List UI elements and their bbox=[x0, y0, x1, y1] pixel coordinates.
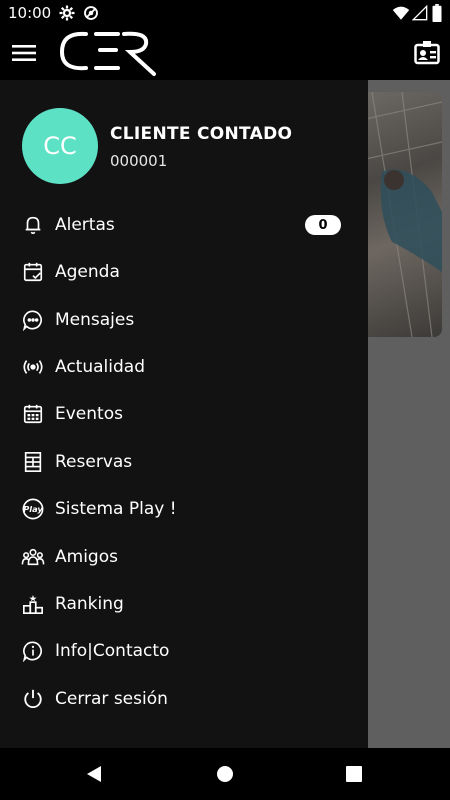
menu-item-reservas[interactable]: Reservas bbox=[0, 439, 368, 485]
system-nav-bar bbox=[0, 748, 450, 800]
settings-icon bbox=[58, 4, 76, 22]
menu-item-label: Mensajes bbox=[55, 310, 135, 330]
group-icon bbox=[20, 544, 46, 570]
status-time: 10:00 bbox=[8, 4, 52, 22]
menu-item-label: Alertas bbox=[55, 215, 115, 235]
menu-item-label: Reservas bbox=[55, 452, 133, 472]
user-name: CLIENTE CONTADO bbox=[110, 124, 293, 144]
avatar-initials: CC bbox=[43, 132, 77, 160]
menu-item-eventos[interactable]: Eventos bbox=[0, 391, 368, 437]
navigation-drawer: CC CLIENTE CONTADO 000001 Alertas 0 Agen… bbox=[0, 80, 368, 748]
broadcast-icon bbox=[20, 354, 46, 380]
member-card-icon[interactable] bbox=[414, 40, 440, 66]
bell-icon bbox=[20, 212, 46, 238]
calendar-check-icon bbox=[20, 259, 46, 285]
user-id: 000001 bbox=[110, 152, 168, 170]
svg-text:Play: Play bbox=[23, 504, 43, 514]
court-icon bbox=[20, 449, 46, 475]
menu-item-label: Sistema Play ! bbox=[55, 499, 177, 519]
menu-item-agenda[interactable]: Agenda bbox=[0, 249, 368, 295]
wifi-icon bbox=[392, 4, 410, 22]
signal-icon bbox=[412, 4, 428, 22]
menu-item-label: Ranking bbox=[55, 594, 124, 614]
alerts-count-badge: 0 bbox=[305, 215, 341, 235]
chat-bubble-icon bbox=[20, 307, 46, 333]
data-saver-icon bbox=[82, 4, 100, 22]
calendar-grid-icon bbox=[20, 401, 46, 427]
menu-item-label: Amigos bbox=[55, 547, 118, 567]
menu-item-amigos[interactable]: Amigos bbox=[0, 534, 368, 580]
menu-item-label: Cerrar sesión bbox=[55, 689, 168, 709]
app-logo bbox=[56, 28, 160, 80]
play-badge-icon: Play bbox=[20, 496, 46, 522]
menu-item-label: Agenda bbox=[55, 262, 120, 282]
menu-item-ranking[interactable]: Ranking bbox=[0, 581, 368, 627]
battery-icon bbox=[432, 4, 442, 22]
back-icon[interactable] bbox=[84, 764, 104, 784]
menu-item-info-contacto[interactable]: Info|Contacto bbox=[0, 628, 368, 674]
power-icon bbox=[20, 686, 46, 712]
status-bar: 10:00 bbox=[0, 0, 450, 26]
menu-item-alertas[interactable]: Alertas 0 bbox=[0, 202, 368, 248]
menu-icon[interactable] bbox=[12, 42, 36, 64]
podium-icon bbox=[20, 591, 46, 617]
menu-item-label: Eventos bbox=[55, 404, 123, 424]
menu-item-label: Info|Contacto bbox=[55, 641, 170, 661]
menu-item-actualidad[interactable]: Actualidad bbox=[0, 344, 368, 390]
menu-item-label: Actualidad bbox=[55, 357, 145, 377]
menu-item-cerrar-sesion[interactable]: Cerrar sesión bbox=[0, 676, 368, 722]
info-icon bbox=[20, 638, 46, 664]
avatar[interactable]: CC bbox=[22, 108, 98, 184]
recents-icon[interactable] bbox=[346, 766, 362, 782]
menu-item-sistema-play[interactable]: Play Sistema Play ! bbox=[0, 486, 368, 532]
home-icon[interactable] bbox=[216, 765, 234, 783]
menu-item-mensajes[interactable]: Mensajes bbox=[0, 297, 368, 343]
app-bar bbox=[0, 26, 450, 80]
